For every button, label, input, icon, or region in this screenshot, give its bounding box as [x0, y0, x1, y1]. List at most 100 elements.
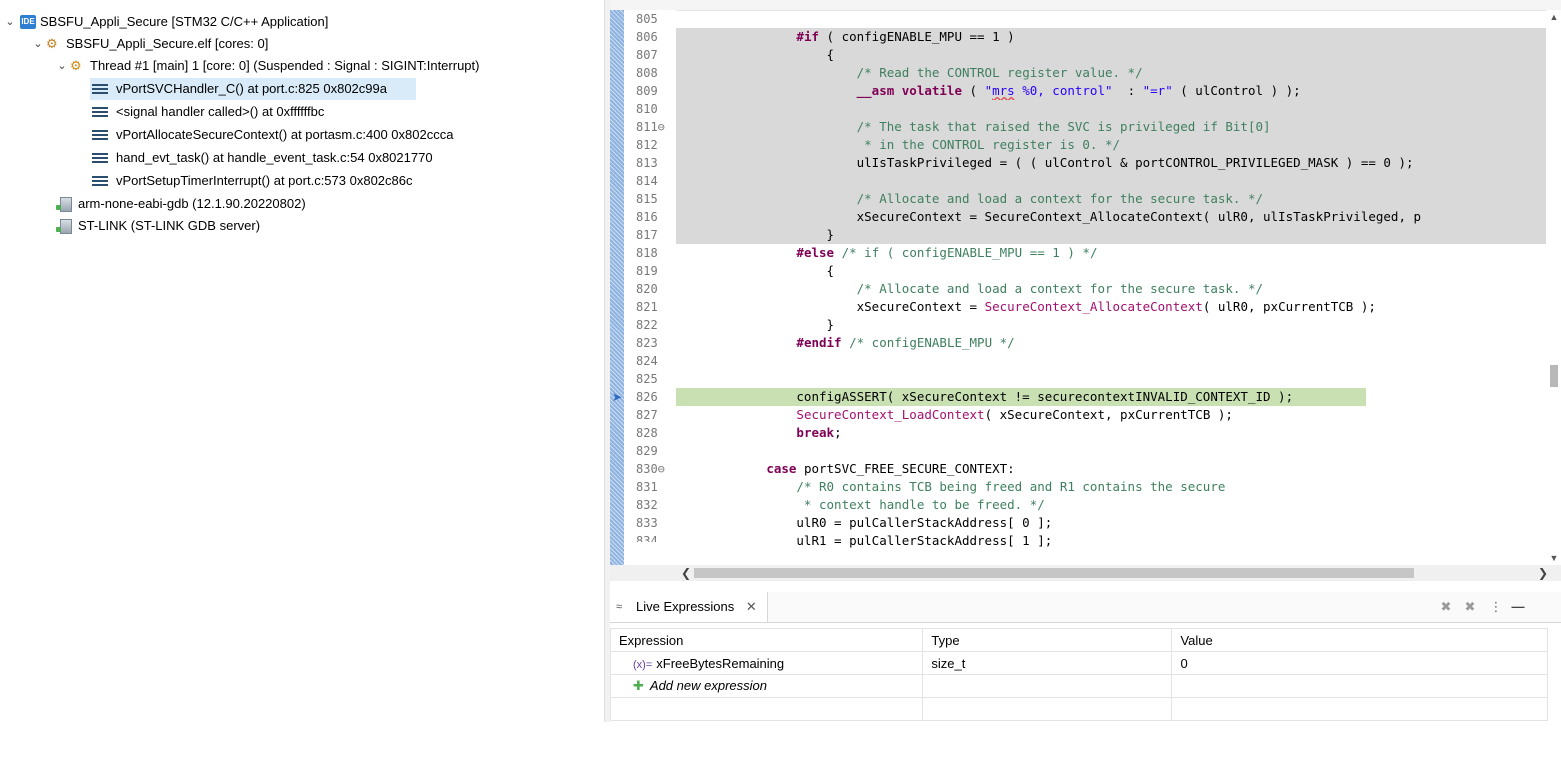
stack-frame-icon [92, 105, 108, 119]
line-number: 823 [636, 336, 658, 350]
tab-label: Live Expressions [636, 599, 735, 614]
minimize-icon[interactable]: — [1510, 599, 1526, 615]
tree-item-label: SBSFU_Appli_Secure [STM32 C/C++ Applicat… [40, 14, 329, 29]
tree-item-launch[interactable]: ⌄ IDE SBSFU_Appli_Secure [STM32 C/C++ Ap… [4, 11, 600, 33]
debug-view-top-edge [0, 0, 604, 4]
empty-cell [1171, 674, 1548, 698]
stack-frame-label: vPortSetupTimerInterrupt() at port.c:573… [116, 173, 413, 188]
line-number: 831 [636, 480, 658, 494]
code-line-807: { [676, 46, 1546, 64]
code-line-811: /* The task that raised the SVC is privi… [676, 118, 1546, 136]
code-line-822: } [676, 317, 835, 332]
value-cell[interactable]: 0 [1171, 651, 1548, 675]
code-line-833: ulR1 = pulCallerStackAddress[ 1 ]; [676, 533, 1053, 548]
tree-item-label: arm-none-eabi-gdb (12.1.90.20220802) [78, 196, 306, 211]
instruction-pointer-icon: ➤ [611, 390, 623, 404]
empty-cell [1171, 697, 1548, 721]
table-row[interactable]: (x)= xFreeBytesRemaining size_t 0 [609, 651, 1548, 675]
scroll-left-icon[interactable]: ❮ [678, 565, 694, 581]
editor-horizontal-scrollbar[interactable]: ❮ ❯ [610, 565, 1561, 581]
view-menu-icon[interactable]: ⋮ [1488, 599, 1504, 615]
stack-frame-icon [92, 82, 108, 96]
code-line-818: #else /* if ( configENABLE_MPU == 1 ) */ [796, 245, 1098, 260]
code-line-812: * in the CONTROL register is 0. */ [676, 136, 1546, 154]
code-line-815: /* Allocate and load a context for the s… [676, 190, 1546, 208]
scroll-up-icon[interactable]: ▲ [1547, 10, 1561, 24]
add-expression-row[interactable]: ✚ Add new expression [609, 674, 1548, 698]
chevron-down-icon[interactable]: ⌄ [56, 55, 68, 77]
remove-icon[interactable]: ✖ [1438, 599, 1454, 615]
stack-frame-3[interactable]: vPortAllocateSecureContext() at portasm.… [90, 124, 590, 146]
tree-item-label: SBSFU_Appli_Secure.elf [cores: 0] [66, 36, 269, 51]
stack-frame-5[interactable]: vPortSetupTimerInterrupt() at port.c:573… [90, 170, 590, 192]
tree-item-label: Thread #1 [main] 1 [core: 0] (Suspended … [90, 58, 480, 73]
code-line-814 [676, 172, 1546, 190]
code-line-808: /* Read the CONTROL register value. */ [676, 64, 1546, 82]
server-icon [56, 219, 72, 234]
chevron-down-icon[interactable]: ⌄ [4, 11, 16, 33]
stack-frame-1[interactable]: vPortSVCHandler_C() at port.c:825 0x802c… [90, 78, 416, 100]
thread-icon: ⚙ [70, 58, 82, 73]
column-header-type[interactable]: Type [922, 628, 1173, 652]
code-line-810 [676, 100, 1546, 118]
editor-vertical-scrollbar[interactable]: ▲ ▼ [1547, 10, 1561, 565]
tree-item-process[interactable]: ⌄ ⚙ SBSFU_Appli_Secure.elf [cores: 0] [32, 33, 600, 55]
line-number: 815 [636, 192, 658, 206]
column-header-value[interactable]: Value [1171, 628, 1548, 652]
scroll-right-icon[interactable]: ❯ [1535, 565, 1551, 581]
add-expression-label: Add new expression [649, 678, 767, 693]
empty-cell [922, 674, 1173, 698]
stack-frame-icon [92, 151, 108, 165]
code-line-825-current: configASSERT( xSecureContext != secureco… [676, 388, 1366, 406]
column-header-expression[interactable]: Expression [609, 628, 924, 652]
chevron-down-icon[interactable]: ⌄ [32, 33, 44, 55]
line-number: 819 [636, 264, 658, 278]
line-number: 813 [636, 156, 658, 170]
variable-icon: (x)= [633, 658, 653, 671]
close-icon[interactable]: ✕ [746, 599, 757, 614]
stack-frame-4[interactable]: hand_evt_task() at handle_event_task.c:5… [90, 147, 590, 169]
code-line-819: { [676, 263, 835, 278]
remove-all-icon[interactable]: ✖ [1462, 599, 1478, 615]
code-line-831: * context handle to be freed. */ [676, 497, 1045, 512]
live-expressions-table: Expression Type Value (x)= xFreeBytesRema… [609, 628, 1548, 721]
scroll-thumb[interactable] [1550, 365, 1558, 387]
line-number: 822 [636, 318, 658, 332]
type-cell: size_t [922, 651, 1173, 675]
scroll-down-icon[interactable]: ▼ [1547, 551, 1561, 565]
overview-ruler[interactable] [610, 10, 624, 565]
code-line-823: #endif /* configENABLE_MPU */ [796, 335, 1015, 350]
expression-name: xFreeBytesRemaining [656, 655, 785, 671]
live-expressions-tab-bar: ≈ Live Expressions ✕ ✖ ✖ ⋮ — [610, 592, 1561, 623]
empty-cell [922, 697, 1173, 721]
tree-item-stlink[interactable]: ST-LINK (ST-LINK GDB server) [54, 215, 594, 237]
tree-item-label: ST-LINK (ST-LINK GDB server) [78, 218, 261, 233]
tree-item-thread[interactable]: ⌄ ⚙ Thread #1 [main] 1 [core: 0] (Suspen… [56, 55, 600, 77]
line-number-gutter: 805 806 807 808 809 810 811⊖ 812 813 814… [624, 10, 676, 565]
code-editor[interactable]: ➤ 805 806 807 808 809 810 811⊖ 812 813 8… [610, 0, 1561, 590]
line-number: 826 [636, 390, 658, 404]
line-number: 825 [636, 372, 658, 386]
code-line-829: case portSVC_FREE_SECURE_CONTEXT: [766, 461, 1015, 476]
stack-frame-label: hand_evt_task() at handle_event_task.c:5… [116, 150, 433, 165]
expression-icon: ≈ [616, 601, 623, 613]
code-line-817: } [676, 226, 1546, 244]
tab-live-expressions[interactable]: ≈ Live Expressions ✕ [610, 592, 768, 622]
add-expression-cell[interactable]: ✚ Add new expression [609, 674, 924, 698]
expression-cell[interactable]: (x)= xFreeBytesRemaining [609, 651, 924, 675]
line-number: 810 [636, 102, 658, 116]
stack-frame-label: vPortAllocateSecureContext() at portasm.… [116, 127, 454, 142]
code-area[interactable]: #if ( configENABLE_MPU == 1 ) { /* Read … [676, 10, 1546, 565]
stack-frame-2[interactable]: <signal handler called>() at 0xffffffbc [90, 101, 590, 123]
code-line-806: #if ( configENABLE_MPU == 1 ) [676, 28, 1546, 46]
line-number: 816 [636, 210, 658, 224]
line-number: 809 [636, 84, 658, 98]
scroll-thumb[interactable] [694, 568, 1414, 578]
line-number: 820 [636, 282, 658, 296]
live-expressions-view: ≈ Live Expressions ✕ ✖ ✖ ⋮ — Expression … [609, 592, 1561, 722]
line-number: 817 [636, 228, 658, 242]
tree-item-gdb[interactable]: arm-none-eabi-gdb (12.1.90.20220802) [54, 193, 594, 215]
ide-icon: IDE [20, 15, 36, 29]
